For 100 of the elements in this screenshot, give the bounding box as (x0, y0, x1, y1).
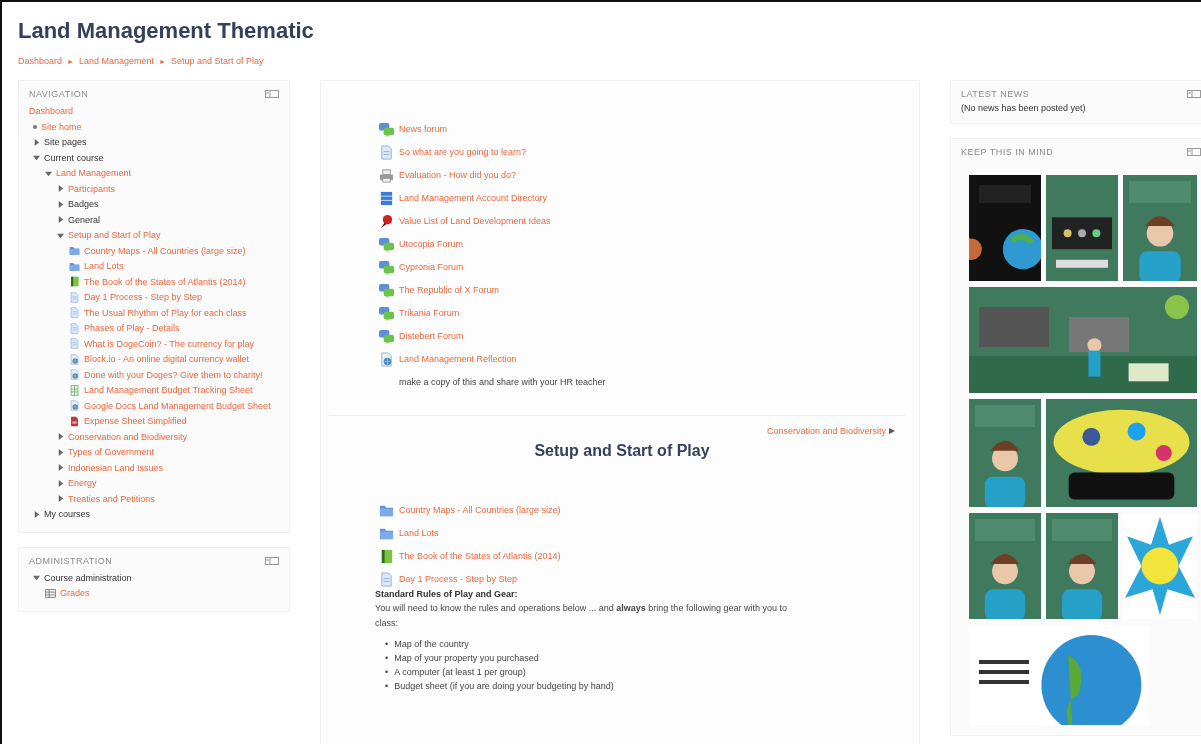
activity-link[interactable]: Cypronia Forum (379, 259, 895, 275)
bullet: • (385, 638, 389, 651)
spreadsheet-icon (69, 384, 80, 396)
block-title: LATEST NEWS (961, 89, 1030, 99)
activity-link[interactable]: Country Maps - All Countries (large size) (379, 502, 895, 518)
activity-link[interactable]: Trikania Forum (379, 305, 895, 321)
document-icon (69, 291, 80, 303)
speech-bubbles-icon (379, 282, 394, 298)
gear-item: Budget sheet (if you are doing your budgeting by hand) (394, 680, 614, 693)
next-arrow-icon[interactable] (889, 428, 895, 434)
rules-heading: Standard Rules of Play and Gear: (375, 589, 519, 599)
table-icon (45, 587, 56, 599)
file-icon (69, 415, 80, 427)
activity-link[interactable]: News forum (379, 121, 895, 137)
nav-link[interactable]: Expense Sheet Simplified (84, 416, 187, 427)
printer-icon (379, 167, 394, 183)
activity-link[interactable]: Land Management Reflection (379, 351, 895, 367)
nav-link[interactable]: Phases of Play - Details (84, 323, 180, 334)
collapsed-caret-icon[interactable] (57, 185, 64, 193)
nav-label[interactable]: Course administration (44, 572, 132, 583)
nav-label[interactable]: Badges (68, 199, 99, 210)
nav-link[interactable]: Google Docs Land Management Budget Sheet (84, 400, 271, 411)
gear-item: Map of the country (394, 638, 469, 651)
breadcrumb-link[interactable]: Land Management (78, 56, 155, 66)
folder-icon (69, 245, 80, 257)
collapsed-caret-icon[interactable] (33, 138, 40, 146)
nav-link[interactable]: Day 1 Process - Step by Step (84, 292, 203, 303)
nav-link[interactable]: Land Management (56, 168, 132, 179)
nav-link[interactable]: The Book of the States of Atlantis (2014) (84, 276, 246, 287)
nav-link[interactable]: Done with your Doges? Give them to charity! (84, 369, 263, 380)
breadcrumb-link[interactable]: Setup and Start of Play (170, 56, 264, 66)
folder-icon (69, 260, 80, 272)
activity-link[interactable]: So what are you going to learn? (379, 144, 895, 160)
nav-link[interactable]: Participants (68, 183, 116, 194)
document-icon (69, 307, 80, 319)
nav-link[interactable]: Land Management Budget Tracking Sheet (84, 385, 253, 396)
speech-bubbles-icon (379, 305, 394, 321)
next-section-link[interactable]: Conservation and Biodiversity (379, 426, 895, 436)
nav-link[interactable]: Grades (60, 588, 90, 599)
nav-link[interactable]: Types of Government (68, 447, 155, 458)
bullet: • (385, 652, 389, 665)
page-title: Land Management Thematic (18, 18, 315, 44)
gear-item: A computer (at least 1 per group) (394, 666, 526, 679)
nav-link[interactable]: Country Maps - All Countries (large size) (84, 245, 246, 256)
dock-icon[interactable] (265, 557, 279, 565)
expanded-caret-icon[interactable] (33, 154, 40, 162)
nav-label[interactable]: Site pages (44, 137, 87, 148)
dock-icon[interactable] (265, 90, 279, 98)
breadcrumb-link[interactable]: Dashboard (18, 56, 63, 66)
nav-label[interactable]: General (68, 214, 101, 225)
collapsed-caret-icon[interactable] (57, 216, 64, 224)
nav-link[interactable]: Site home (41, 121, 82, 132)
nav-link[interactable]: Energy (68, 478, 97, 489)
bullet-icon (33, 124, 37, 129)
speech-bubbles-icon (379, 236, 394, 252)
activity-link[interactable]: Day 1 Process - Step by Step (379, 571, 895, 587)
dock-icon[interactable] (1187, 148, 1201, 156)
dock-icon[interactable] (1187, 90, 1201, 98)
collapsed-caret-icon[interactable] (33, 510, 40, 518)
globe-document-icon (69, 400, 80, 412)
block-title: KEEP THIS IN MIND (961, 147, 1054, 157)
nav-link[interactable]: Indonesian Land Issues (68, 462, 164, 473)
activity-link[interactable]: Land Management Account Directory (379, 190, 895, 206)
collapsed-caret-icon[interactable] (57, 433, 64, 441)
nav-link[interactable]: Block.io - An online digital currency wallet (84, 354, 250, 365)
activity-link[interactable]: The Book of the States of Atlantis (2014) (379, 548, 895, 564)
collapsed-caret-icon[interactable] (57, 479, 64, 487)
nav-link[interactable]: The Usual Rhythm of Play for each class (84, 307, 247, 318)
activity-link[interactable]: Evaluation - How did you do? (379, 167, 895, 183)
document-icon (69, 338, 80, 350)
collapsed-caret-icon[interactable] (57, 495, 64, 503)
speech-bubbles-icon (379, 259, 394, 275)
nav-label[interactable]: Current course (44, 152, 104, 163)
activity-link[interactable]: Distebert Forum (379, 328, 895, 344)
globe-document-icon (69, 369, 80, 381)
gear-item: Map of your property you purchased (394, 652, 539, 665)
section-title: Setup and Start of Play (533, 442, 711, 460)
rules-text: You will need to know the rules and operations below ... and always bring the following gear with you to class: (375, 602, 788, 630)
book-icon (69, 276, 80, 288)
nav-label[interactable]: My courses (44, 509, 90, 520)
globe-document-icon (69, 353, 80, 365)
nav-link[interactable]: Setup and Start of Play (68, 230, 161, 241)
collapsed-caret-icon[interactable] (57, 464, 64, 472)
activity-link[interactable]: The Republic of X Forum (379, 282, 895, 298)
expanded-caret-icon[interactable] (57, 231, 64, 239)
activity-link[interactable]: Value List of Land Development Ideas (379, 213, 895, 229)
pushpin-icon (379, 213, 394, 229)
block-title: NAVIGATION (29, 89, 89, 99)
collapsed-caret-icon[interactable] (57, 448, 64, 456)
nav-link[interactable]: What is DogeCoin? - The currency for play (84, 338, 254, 349)
activity-link[interactable]: Utocopia Forum (379, 236, 895, 252)
nav-link[interactable]: Land Lots (84, 261, 124, 272)
nav-link[interactable]: Conservation and Biodiversity (68, 431, 188, 442)
collapsed-caret-icon[interactable] (57, 200, 64, 208)
activity-link[interactable]: Land Lots (379, 525, 895, 541)
nav-link[interactable]: Dashboard (29, 103, 279, 119)
expanded-caret-icon[interactable] (33, 574, 40, 582)
table-icon (379, 190, 394, 206)
expanded-caret-icon[interactable] (45, 169, 52, 177)
nav-link[interactable]: Treaties and Petitions (68, 493, 155, 504)
